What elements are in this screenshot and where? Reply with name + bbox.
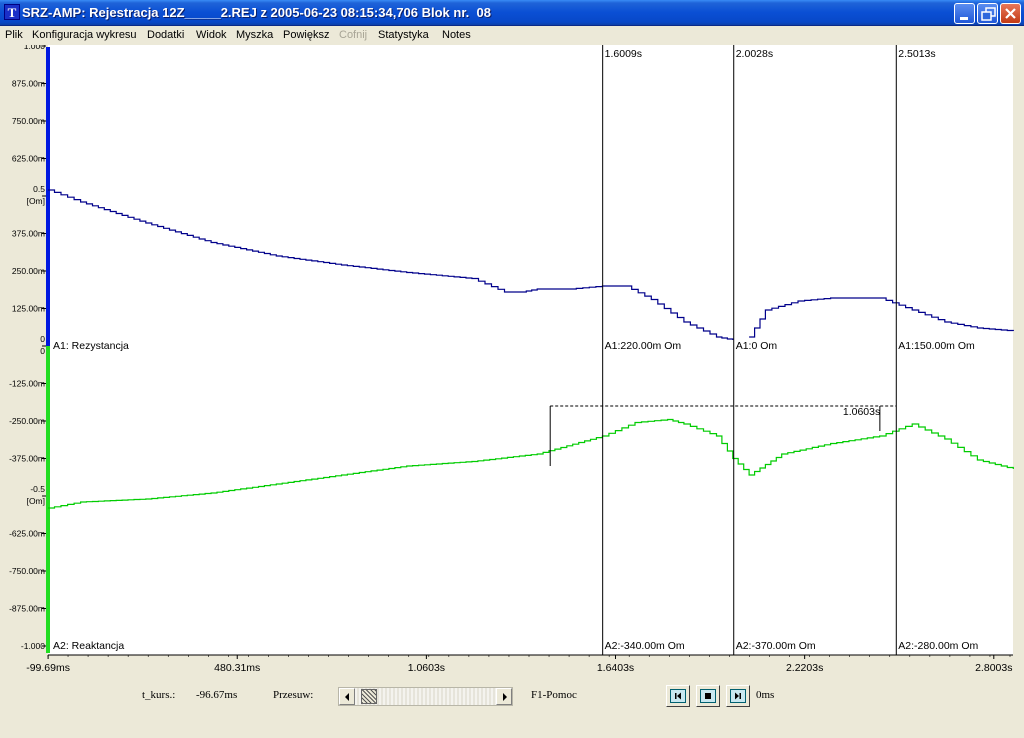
arrow-left-icon [345, 693, 349, 701]
y-tick-label: 250.00m [12, 266, 45, 276]
y-tick-label: -125.00m [9, 379, 45, 389]
stop-button[interactable] [696, 685, 720, 707]
measurement-label: 1.0603s [843, 406, 880, 418]
menu-powieksz[interactable]: Powiększ [283, 29, 329, 41]
step-forward-button[interactable] [726, 685, 750, 707]
y-tick-sublabel: 0 [40, 346, 45, 356]
series-a1-label: A1: Rezystancja [53, 340, 129, 352]
menu-bar: Plik Konfiguracja wykresu Dodatki Widok … [0, 26, 1024, 45]
minimize-icon [960, 17, 968, 20]
y-tick-sublabel: [Om] [27, 196, 45, 206]
app-icon[interactable]: T [4, 4, 20, 20]
help-hint: F1-Pomoc [531, 689, 577, 701]
y-tick-label: 1.000 [24, 45, 46, 51]
menu-statystyka[interactable]: Statystyka [378, 29, 429, 41]
t-kurs-value: -96.67ms [196, 689, 238, 701]
cursor-time-label: 2.0028s [736, 48, 773, 60]
arrow-right-icon [503, 693, 507, 701]
menu-cofnij[interactable]: Cofnij [339, 29, 367, 41]
y-tick-label: -1.000 [21, 641, 45, 651]
step-back-button[interactable] [666, 685, 690, 707]
x-tick-label: 2.2203s [786, 662, 823, 674]
y-tick-sublabel: [Om] [27, 496, 45, 506]
menu-konfiguracja-wykresu[interactable]: Konfiguracja wykresu [32, 29, 137, 41]
chart-area[interactable]: 1.000 875.00m 750.00m 625.00m 0.5 [Om] 375.00m… [0, 45, 1024, 675]
series-a2-label: A2: Reaktancja [53, 640, 124, 652]
cursor-a1-value: A1:150.00m Om [898, 340, 975, 352]
y-tick-label: 875.00m [12, 79, 45, 89]
stop-icon [700, 689, 716, 703]
przesuw-scrollbar[interactable] [338, 687, 513, 706]
y-tick-label: 125.00m [12, 304, 45, 314]
y-tick-label: -625.00m [9, 529, 45, 539]
restore-icon [981, 7, 996, 21]
y-tick-label: -375.00m [9, 454, 45, 464]
menu-dodatki[interactable]: Dodatki [147, 29, 184, 41]
cursor-time-label: 1.6009s [605, 48, 642, 60]
t-kurs-label: t_kurs.: [142, 689, 176, 701]
title-bar: T SRZ-AMP: Rejestracja 12Z_____2.REJ z 2… [0, 0, 1024, 26]
x-tick-label: 1.6403s [597, 662, 634, 674]
scroll-right-button[interactable] [496, 688, 512, 705]
close-button[interactable] [1000, 3, 1021, 24]
y-tick-label: 625.00m [12, 154, 45, 164]
menu-notes[interactable]: Notes [442, 29, 471, 41]
cursor-a1-value: A1:220.00m Om [605, 340, 682, 352]
przesuw-label: Przesuw: [273, 689, 314, 701]
step-back-icon [670, 689, 686, 703]
plot-background [48, 45, 1013, 655]
x-tick-label: -99.69ms [26, 662, 70, 674]
close-icon [1005, 8, 1016, 19]
y-tick-label: 0 [40, 334, 45, 344]
window-title: SRZ-AMP: Rejestracja 12Z_____2.REJ z 200… [22, 5, 491, 20]
cursor-time-label: 2.5013s [898, 48, 935, 60]
menu-plik[interactable]: Plik [5, 29, 23, 41]
y-tick-label: 750.00m [12, 116, 45, 126]
y-tick-label: -250.00m [9, 416, 45, 426]
x-tick-label: 1.0603s [408, 662, 445, 674]
offset-value: 0ms [756, 689, 775, 701]
menu-widok[interactable]: Widok [196, 29, 227, 41]
waveform-chart[interactable]: 1.000 875.00m 750.00m 625.00m 0.5 [Om] 375.00m… [0, 45, 1024, 675]
y-tick-label: 0.5 [33, 184, 45, 194]
minimize-button[interactable] [954, 3, 975, 24]
y-tick-label: 375.00m [12, 229, 45, 239]
cursor-a2-value: A2:-370.00m Om [736, 640, 816, 652]
x-tick-label: 2.8003s [975, 662, 1012, 674]
x-tick-label: 480.31ms [214, 662, 260, 674]
scroll-thumb[interactable] [361, 689, 378, 704]
scroll-left-button[interactable] [339, 688, 355, 705]
cursor-a1-value: A1:0 Om [736, 340, 778, 352]
y-tick-label: -875.00m [9, 604, 45, 614]
y-tick-label: -750.00m [9, 566, 45, 576]
step-forward-icon [730, 689, 746, 703]
cursor-a2-value: A2:-280.00m Om [898, 640, 978, 652]
y-tick-label: -0.5 [30, 484, 45, 494]
menu-myszka[interactable]: Myszka [236, 29, 273, 41]
status-panel: t_kurs.: -96.67ms Przesuw: F1-Pomoc 0ms [0, 675, 1024, 738]
cursor-a2-value: A2:-340.00m Om [605, 640, 685, 652]
restore-button[interactable] [977, 3, 998, 24]
